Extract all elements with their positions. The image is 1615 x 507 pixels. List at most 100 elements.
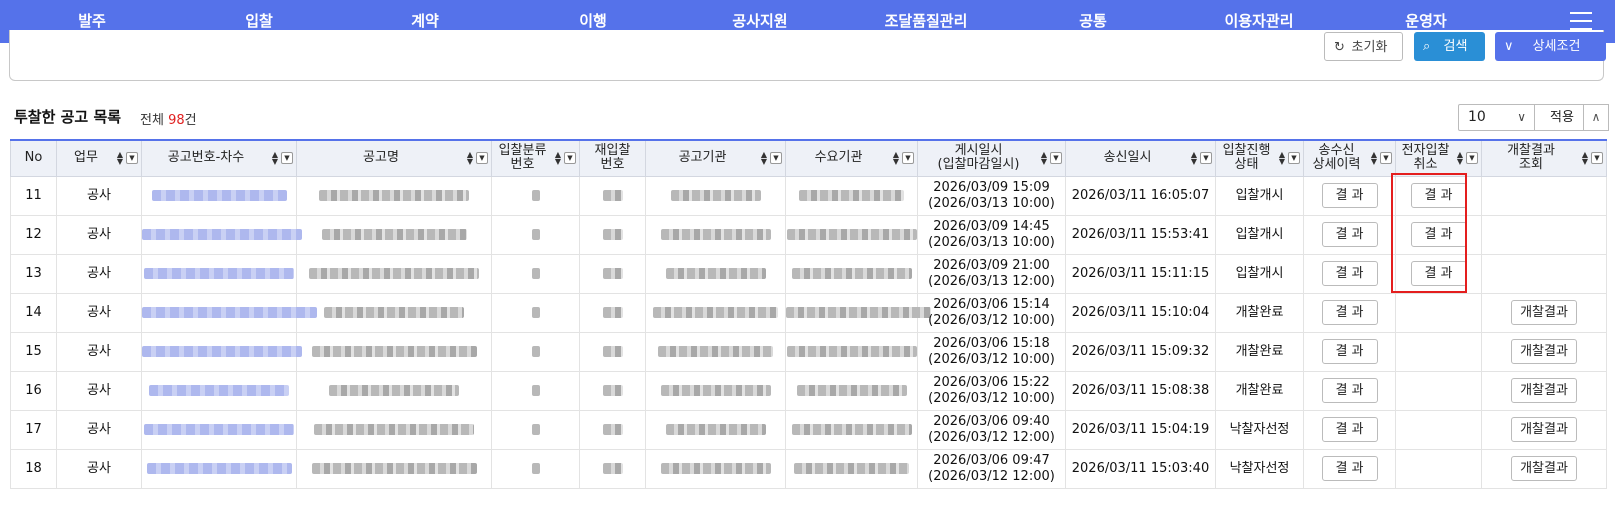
- open-result-button[interactable]: 개찰결과: [1511, 378, 1577, 403]
- cell-notice-no[interactable]: [141, 448, 297, 489]
- apply-button[interactable]: 적용: [1534, 104, 1590, 131]
- table-row[interactable]: 17 공사 2026/03/06 09:40 (2026/03/12 12:00) 20…: [10, 409, 1607, 450]
- col-ecancel[interactable]: 전자입찰 취소 ▲ ▼ ▼: [1395, 139, 1482, 177]
- ecancel-result-button[interactable]: 결 과: [1410, 222, 1467, 247]
- cell-notice-no[interactable]: [141, 253, 297, 294]
- sort-icon[interactable]: ▲ ▼: [760, 151, 768, 166]
- col-notice-name-label: 공고명: [363, 150, 399, 166]
- table-row[interactable]: 12 공사 2026/03/09 14:45 (2026/03/13 10:00) 20…: [10, 214, 1607, 255]
- table-row[interactable]: 16 공사 2026/03/06 15:22 (2026/03/12 10:00) 20…: [10, 370, 1607, 411]
- col-posted[interactable]: 게시일시 (입찰마감일시) ▲ ▼ ▼: [917, 139, 1066, 177]
- table-row[interactable]: 18 공사 2026/03/06 09:47 (2026/03/12 12:00) 20…: [10, 448, 1607, 489]
- cell-no: 18: [10, 448, 57, 489]
- deadline-datetime: (2026/03/13 12:00): [928, 273, 1055, 289]
- history-result-button[interactable]: 결 과: [1321, 261, 1378, 286]
- hamburger-menu-icon[interactable]: [1570, 12, 1592, 30]
- redacted-notice-no[interactable]: [146, 462, 292, 474]
- col-bid-class[interactable]: 입찰분류 번호 ▲ ▼ ▼: [491, 139, 580, 177]
- sort-icon[interactable]: ▲ ▼: [1581, 151, 1589, 166]
- cell-bid-class: [491, 253, 580, 294]
- cell-agency: [645, 409, 786, 450]
- col-open-result[interactable]: 개찰결과 조회 ▲ ▼ ▼: [1481, 139, 1607, 177]
- filter-dropdown-icon[interactable]: ▼: [1380, 152, 1392, 165]
- filter-dropdown-icon[interactable]: ▼: [564, 152, 576, 165]
- history-result-button[interactable]: 결 과: [1321, 222, 1378, 247]
- cell-ecancel: [1395, 448, 1482, 489]
- filter-dropdown-icon[interactable]: ▼: [281, 152, 293, 165]
- cell-posted: 2026/03/09 21:00 (2026/03/13 12:00): [917, 253, 1066, 294]
- open-result-button[interactable]: 개찰결과: [1511, 456, 1577, 481]
- sort-icon[interactable]: ▲ ▼: [1190, 151, 1198, 166]
- cell-notice-no[interactable]: [141, 370, 297, 411]
- redacted-notice-no[interactable]: [142, 228, 302, 240]
- sort-icon[interactable]: ▲ ▼: [1456, 151, 1464, 166]
- col-history[interactable]: 송수신 상세이력 ▲ ▼ ▼: [1303, 139, 1396, 177]
- col-work[interactable]: 업무 ▲ ▼ ▼: [56, 139, 142, 177]
- reset-button[interactable]: ↻ 초기화: [1324, 32, 1403, 61]
- sort-icon[interactable]: ▲ ▼: [554, 151, 562, 166]
- col-demand-agency[interactable]: 수요기관 ▲ ▼ ▼: [785, 139, 918, 177]
- cell-posted: 2026/03/09 15:09 (2026/03/13 10:00): [917, 175, 1066, 216]
- filter-dropdown-icon[interactable]: ▼: [1200, 152, 1212, 165]
- col-status[interactable]: 입찰진행 상태 ▲ ▼ ▼: [1215, 139, 1304, 177]
- sort-icon[interactable]: ▲ ▼: [116, 151, 124, 166]
- filter-dropdown-icon[interactable]: ▼: [1466, 152, 1478, 165]
- col-notice-name[interactable]: 공고명 ▲ ▼ ▼: [296, 139, 492, 177]
- sort-icon[interactable]: ▲ ▼: [466, 151, 474, 166]
- cell-notice-no[interactable]: [141, 292, 317, 333]
- redacted-notice-no[interactable]: [151, 189, 287, 201]
- table-row[interactable]: 11 공사 2026/03/09 15:09 (2026/03/13 10:00) 20…: [10, 175, 1607, 216]
- ecancel-result-button[interactable]: 결 과: [1410, 261, 1467, 286]
- filter-dropdown-icon[interactable]: ▼: [770, 152, 782, 165]
- history-result-button[interactable]: 결 과: [1321, 183, 1378, 208]
- filter-dropdown-icon[interactable]: ▼: [1591, 152, 1603, 165]
- filter-dropdown-icon[interactable]: ▼: [476, 152, 488, 165]
- history-result-button[interactable]: 결 과: [1321, 339, 1378, 364]
- sort-icon[interactable]: ▲ ▼: [1278, 151, 1286, 166]
- search-label: 검색: [1443, 39, 1468, 54]
- sort-icon[interactable]: ▲ ▼: [1370, 151, 1378, 166]
- col-agency[interactable]: 공고기관 ▲ ▼ ▼: [645, 139, 786, 177]
- cell-open-result: 개찰결과: [1481, 292, 1607, 333]
- cell-notice-no[interactable]: [141, 409, 297, 450]
- filter-dropdown-icon[interactable]: ▼: [126, 152, 138, 165]
- cell-rebid: [579, 214, 646, 255]
- table-row[interactable]: 14 공사 2026/03/06 15:14 (2026/03/12 10:00) 20…: [10, 292, 1607, 333]
- col-sent[interactable]: 송신일시 ▲ ▼ ▼: [1065, 139, 1216, 177]
- redacted-notice-no[interactable]: [144, 423, 294, 435]
- open-result-button[interactable]: 개찰결과: [1511, 300, 1577, 325]
- redacted-notice-no[interactable]: [149, 384, 289, 396]
- sort-icon[interactable]: ▲ ▼: [1040, 151, 1048, 166]
- table-row[interactable]: 13 공사 2026/03/09 21:00 (2026/03/13 12:00) 20…: [10, 253, 1607, 294]
- cell-notice-no[interactable]: [141, 331, 302, 372]
- history-result-button[interactable]: 결 과: [1321, 378, 1378, 403]
- cell-work: 공사: [56, 409, 142, 450]
- redacted-notice-no[interactable]: [142, 306, 317, 318]
- cell-notice-no[interactable]: [141, 175, 297, 216]
- ecancel-result-button[interactable]: 결 과: [1410, 183, 1467, 208]
- redacted-notice-no[interactable]: [142, 345, 302, 357]
- history-result-button[interactable]: 결 과: [1321, 417, 1378, 442]
- open-result-button[interactable]: 개찰결과: [1511, 417, 1577, 442]
- col-notice-no[interactable]: 공고번호-차수 ▲ ▼ ▼: [141, 139, 297, 177]
- sort-icon[interactable]: ▲ ▼: [892, 151, 900, 166]
- redacted-notice-no[interactable]: [144, 267, 294, 279]
- history-result-button[interactable]: 결 과: [1321, 300, 1378, 325]
- open-result-button[interactable]: 개찰결과: [1511, 339, 1577, 364]
- sort-icon[interactable]: ▲ ▼: [271, 151, 279, 166]
- search-button[interactable]: ⌕ 검색: [1414, 32, 1485, 61]
- filter-dropdown-icon[interactable]: ▼: [1050, 152, 1062, 165]
- history-result-button[interactable]: 결 과: [1321, 456, 1378, 481]
- page-size-select[interactable]: 10 ∨: [1458, 104, 1535, 131]
- col-sent-label: 송신일시: [1103, 150, 1152, 166]
- table-row[interactable]: 15 공사 2026/03/06 15:18 (2026/03/12 10:00) 20…: [10, 331, 1607, 372]
- chevron-up-icon[interactable]: ∧: [1583, 104, 1609, 131]
- cell-notice-no[interactable]: [141, 214, 302, 255]
- filter-dropdown-icon[interactable]: ▼: [902, 152, 914, 165]
- detail-conditions-button[interactable]: ∨ 상세조건: [1495, 32, 1606, 61]
- filter-dropdown-icon[interactable]: ▼: [1288, 152, 1300, 165]
- cell-history: 결 과: [1303, 331, 1396, 372]
- list-title: 투찰한 공고 목록: [14, 108, 122, 126]
- cell-agency: [645, 175, 786, 216]
- cell-sent: 2026/03/11 15:09:32: [1065, 331, 1216, 372]
